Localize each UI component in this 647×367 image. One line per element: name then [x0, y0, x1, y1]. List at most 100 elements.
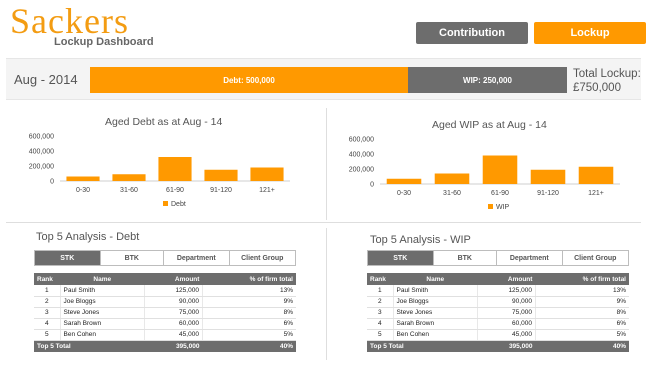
column-header: Name — [60, 273, 145, 285]
rank-cell: 1 — [34, 285, 60, 297]
wip-table: Rank Name Amount % of firm total 1 Paul S… — [367, 273, 629, 352]
name-cell: Sarah Brown — [59, 318, 145, 330]
amount-cell: 125,000 — [477, 285, 536, 297]
table-row[interactable]: 3 Steve Jones 75,000 8% — [367, 307, 629, 319]
table-row[interactable]: 4 Sarah Brown 60,000 6% — [34, 318, 296, 330]
percent-cell: 6% — [534, 318, 629, 330]
total-percent: 40% — [202, 340, 296, 352]
rank-cell: 4 — [367, 318, 393, 330]
bar — [250, 167, 284, 181]
total-label: Top 5 Total — [34, 340, 145, 352]
y-tick-label: 400,000 — [29, 149, 54, 156]
percent-cell: 8% — [534, 307, 629, 319]
column-header: % of firm total — [202, 273, 296, 285]
name-cell: Ben Cohen — [392, 329, 478, 341]
percent-cell: 6% — [201, 318, 296, 330]
table-row[interactable]: 3 Steve Jones 75,000 8% — [34, 307, 296, 319]
tab-btk[interactable]: BTK — [433, 251, 498, 265]
rank-cell: 2 — [34, 296, 60, 308]
debt-tabs: STK BTK Department Client Group — [34, 250, 296, 266]
x-tick-label: 121+ — [259, 187, 275, 194]
bar — [530, 169, 566, 184]
legend-swatch — [163, 201, 168, 206]
wip-table-title: Top 5 Analysis - WIP — [370, 234, 471, 246]
bar — [66, 176, 100, 181]
x-tick-label: 91-120 — [537, 190, 559, 197]
column-header: % of firm total — [535, 273, 629, 285]
bar — [112, 174, 146, 181]
bar — [434, 173, 470, 184]
wip-segment[interactable]: WIP: 250,000 — [407, 67, 567, 93]
contribution-button[interactable]: Contribution — [416, 22, 528, 44]
table-row[interactable]: 1 Paul Smith 125,000 13% — [367, 285, 629, 297]
table-total-row: Top 5 Total 395,000 40% — [367, 340, 629, 352]
table-row[interactable]: 4 Sarah Brown 60,000 6% — [367, 318, 629, 330]
section-divider — [6, 222, 641, 223]
amount-cell: 75,000 — [144, 307, 203, 319]
panel-divider — [326, 228, 327, 360]
table-row[interactable]: 2 Joe Bloggs 90,000 9% — [367, 296, 629, 308]
amount-cell: 90,000 — [144, 296, 203, 308]
tab-client-group[interactable]: Client Group — [562, 251, 628, 265]
debt-segment-label: Debt: 500,000 — [223, 75, 275, 85]
x-tick-label: 91-120 — [210, 187, 232, 194]
panel-divider — [326, 108, 327, 220]
table-row[interactable]: 1 Paul Smith 125,000 13% — [34, 285, 296, 297]
percent-cell: 9% — [534, 296, 629, 308]
bar — [158, 157, 192, 181]
debt-table: Rank Name Amount % of firm total 1 Paul S… — [34, 273, 296, 352]
bar — [578, 166, 614, 184]
y-tick-label: 600,000 — [29, 134, 54, 141]
debt-segment[interactable]: Debt: 500,000 — [90, 67, 408, 93]
wip-chart: 600,000 400,000 200,000 0 0-30 31-60 61-90 91-1… — [340, 133, 630, 222]
percent-cell: 5% — [534, 329, 629, 341]
percent-cell: 13% — [201, 285, 296, 297]
debt-chart-title: Aged Debt as at Aug - 14 — [105, 116, 223, 128]
name-cell: Joe Bloggs — [59, 296, 145, 308]
column-header: Rank — [367, 273, 393, 285]
debt-table-title: Top 5 Analysis - Debt — [36, 231, 140, 243]
legend-label: Debt — [171, 201, 186, 208]
tab-stk[interactable]: STK — [35, 251, 101, 265]
y-tick-label: 0 — [50, 179, 54, 186]
debt-chart-svg: 600,000 400,000 200,000 0 0-30 31-60 61-90 91-1… — [29, 134, 290, 208]
percent-cell: 5% — [201, 329, 296, 341]
tab-stk[interactable]: STK — [368, 251, 434, 265]
wip-tabs: STK BTK Department Client Group — [367, 250, 629, 266]
table-row[interactable]: 2 Joe Bloggs 90,000 9% — [34, 296, 296, 308]
column-header: Name — [393, 273, 478, 285]
name-cell: Ben Cohen — [59, 329, 145, 341]
legend-swatch — [488, 204, 493, 209]
table-row[interactable]: 5 Ben Cohen 45,000 5% — [34, 329, 296, 341]
percent-cell: 13% — [534, 285, 629, 297]
x-tick-label: 31-60 — [443, 190, 461, 197]
tab-btk[interactable]: BTK — [100, 251, 165, 265]
total-percent: 40% — [535, 340, 629, 352]
rank-cell: 1 — [367, 285, 393, 297]
name-cell: Sarah Brown — [392, 318, 478, 330]
tab-client-group[interactable]: Client Group — [229, 251, 295, 265]
total-label: Top 5 Total — [367, 340, 478, 352]
lockup-button[interactable]: Lockup — [534, 22, 646, 44]
table-header-row: Rank Name Amount % of firm total — [34, 273, 296, 285]
x-tick-label: 0-30 — [397, 190, 411, 197]
rank-cell: 3 — [367, 307, 393, 319]
y-tick-label: 400,000 — [349, 152, 374, 159]
total-amount: 395,000 — [144, 340, 203, 352]
amount-cell: 60,000 — [144, 318, 203, 330]
y-tick-label: 600,000 — [349, 137, 374, 144]
bar — [204, 169, 238, 181]
total-lockup: Total Lockup: £750,000 — [573, 67, 641, 95]
amount-cell: 125,000 — [144, 285, 203, 297]
lockup-bar: Debt: 500,000 WIP: 250,000 — [90, 67, 567, 93]
tab-department[interactable]: Department — [164, 251, 230, 265]
table-row[interactable]: 5 Ben Cohen 45,000 5% — [367, 329, 629, 341]
name-cell: Joe Bloggs — [392, 296, 478, 308]
name-cell: Paul Smith — [59, 285, 145, 297]
tab-department[interactable]: Department — [497, 251, 563, 265]
column-header: Rank — [34, 273, 60, 285]
rank-cell: 3 — [34, 307, 60, 319]
column-header: Amount — [144, 273, 203, 285]
amount-cell: 75,000 — [477, 307, 536, 319]
percent-cell: 9% — [201, 296, 296, 308]
